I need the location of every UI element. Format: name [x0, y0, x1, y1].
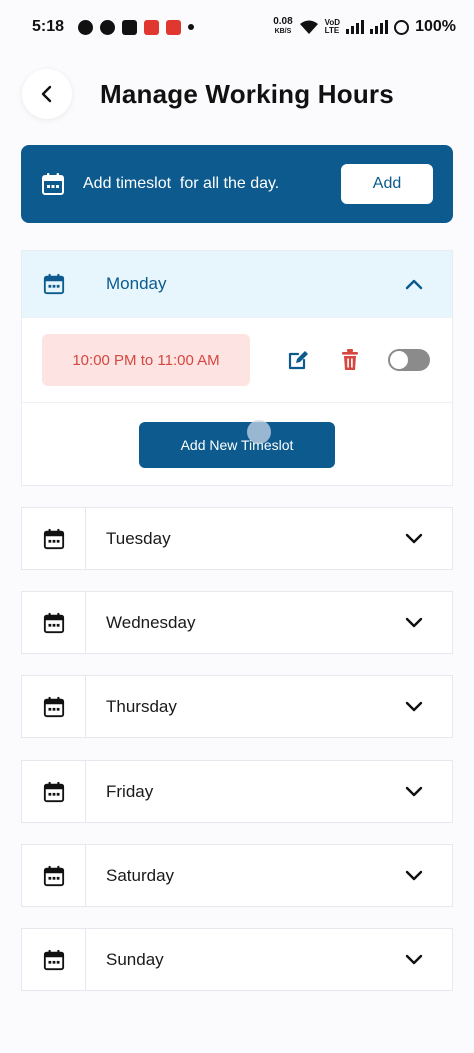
day-header-tuesday[interactable]: Tuesday [22, 508, 452, 570]
delete-timeslot-button[interactable] [340, 348, 360, 372]
chevron-left-icon [41, 85, 52, 103]
day-header-wednesday[interactable]: Wednesday [22, 592, 452, 654]
day-header-monday[interactable]: Monday [22, 251, 452, 317]
add-slot-wrap: Add New Timeslot [22, 403, 452, 487]
network-speed: 0.08 KB/S [273, 17, 292, 37]
battery-icon [394, 19, 410, 35]
add-all-day-button[interactable]: Add [341, 164, 433, 204]
all-day-banner: Add timeslot for all the day. Add [21, 145, 453, 223]
skype-icon [100, 19, 116, 35]
calendar-icon [43, 865, 64, 887]
day-icon-cell [22, 251, 86, 317]
chevron-down-icon [405, 701, 423, 712]
calendar-icon [43, 781, 64, 803]
day-icon-cell [22, 845, 86, 907]
day-label-monday: Monday [106, 274, 167, 293]
chevron-down-icon [405, 533, 423, 544]
youtube-icon [122, 19, 138, 35]
add-new-timeslot-button[interactable]: Add New Timeslot [139, 420, 335, 468]
trash-icon [342, 349, 358, 370]
chevron-up-icon [405, 279, 423, 290]
app-notification-icon [144, 19, 160, 35]
timeslot-chip[interactable]: 10:00 PM to 11:00 AM [42, 334, 250, 386]
network-speed-unit: KB/S [274, 28, 292, 35]
calendar-icon [43, 273, 65, 295]
edit-timeslot-button[interactable] [286, 348, 310, 372]
all-day-text: Add timeslot for all the day. [83, 175, 280, 192]
network-speed-value: 0.08 [273, 16, 293, 27]
day-label-saturday: Saturday [106, 866, 175, 885]
expand-button[interactable] [404, 869, 424, 883]
day-icon-cell [22, 508, 86, 570]
header: Manage Working Hours [22, 66, 452, 122]
battery-percent: 100% [415, 18, 456, 35]
day-icon-cell [22, 676, 86, 738]
day-panel-thursday: Thursday [21, 675, 453, 738]
signal-icon-1 [346, 20, 365, 34]
timeslot-row: 10:00 PM to 11:00 AM [22, 317, 452, 403]
touch-indicator [247, 420, 271, 444]
status-bar: 5:18 0.08 KB/S VoD LTE 100% [0, 0, 474, 54]
calendar-icon [43, 949, 64, 971]
calendar-icon [43, 612, 64, 634]
toggle-knob [390, 351, 408, 369]
page-title: Manage Working Hours [100, 78, 394, 109]
day-header-thursday[interactable]: Thursday [22, 676, 452, 738]
collapse-button[interactable] [404, 277, 424, 291]
calendar-icon [43, 528, 64, 550]
day-panel-monday: Monday 10:00 PM to 11:00 AM Add New Time… [21, 250, 453, 486]
expand-button[interactable] [404, 953, 424, 967]
status-time: 5:18 [32, 18, 65, 35]
day-icon-cell [22, 592, 86, 654]
day-icon-cell [22, 929, 86, 991]
status-right: 0.08 KB/S VoD LTE 100% [273, 17, 456, 37]
add-new-timeslot-label: Add New Timeslot [180, 437, 294, 453]
timeslot-toggle[interactable] [388, 349, 430, 371]
calendar-icon [43, 696, 64, 718]
wifi-icon [299, 20, 318, 34]
back-button[interactable] [22, 69, 72, 119]
volte-indicator: VoD LTE [325, 19, 340, 35]
edit-icon [288, 351, 308, 370]
day-panel-wednesday: Wednesday [21, 591, 453, 654]
day-label-tuesday: Tuesday [106, 529, 171, 548]
day-header-friday[interactable]: Friday [22, 761, 452, 823]
expand-button[interactable] [404, 532, 424, 546]
volte-bottom: LTE [324, 26, 340, 35]
day-header-sunday[interactable]: Sunday [22, 929, 452, 991]
day-label-thursday: Thursday [106, 697, 177, 716]
expand-button[interactable] [404, 700, 424, 714]
day-panel-tuesday: Tuesday [21, 507, 453, 570]
day-panel-saturday: Saturday [21, 844, 453, 907]
expand-button[interactable] [404, 785, 424, 799]
day-panel-sunday: Sunday [21, 928, 453, 991]
expand-button[interactable] [404, 616, 424, 630]
chat-icon [78, 19, 94, 35]
chevron-down-icon [405, 870, 423, 881]
chevron-down-icon [405, 954, 423, 965]
day-label-sunday: Sunday [106, 950, 164, 969]
day-icon-cell [22, 761, 86, 823]
calendar-icon [42, 173, 64, 195]
youtube-red-icon [166, 19, 182, 35]
day-header-saturday[interactable]: Saturday [22, 845, 452, 907]
day-label-friday: Friday [106, 782, 154, 801]
day-label-wednesday: Wednesday [106, 613, 196, 632]
more-notifications-icon [188, 24, 195, 30]
signal-icon-2 [370, 20, 389, 34]
chevron-down-icon [405, 617, 423, 628]
chevron-down-icon [405, 786, 423, 797]
notification-icons [78, 19, 195, 35]
day-panel-friday: Friday [21, 760, 453, 823]
